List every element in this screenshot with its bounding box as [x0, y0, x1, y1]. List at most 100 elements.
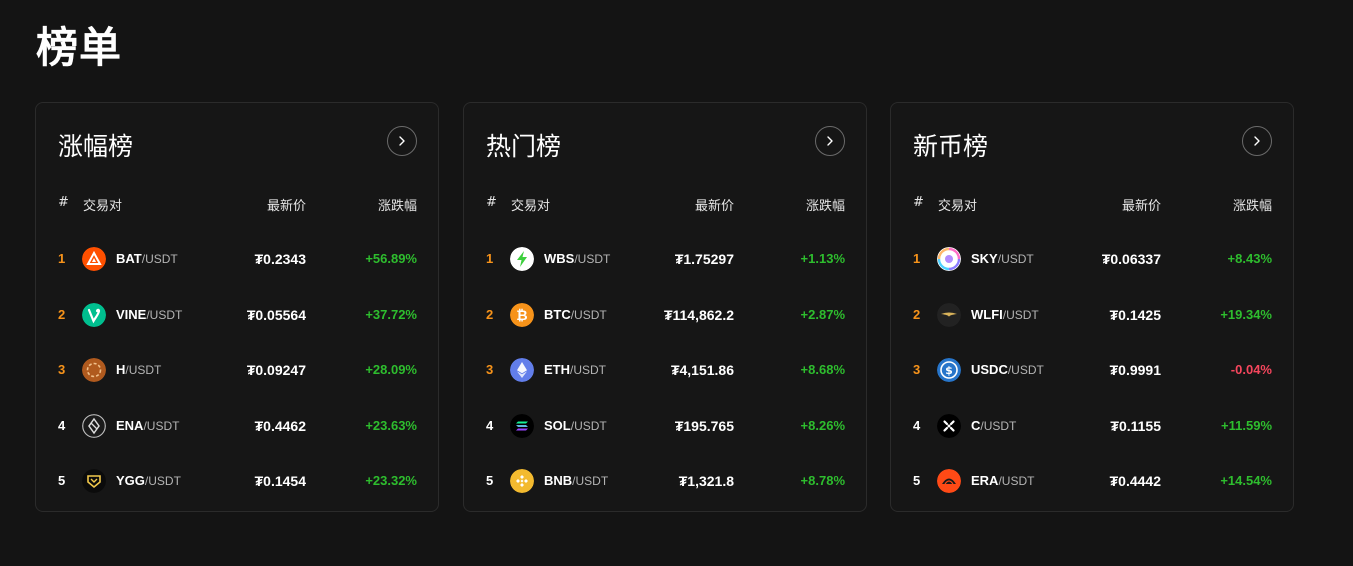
bat-icon	[82, 247, 106, 271]
pair-quote: /USDT	[1002, 308, 1039, 322]
board-hot: 热门榜 # 交易对 最新价 涨跌幅 1 WBS/USDT ₮1.75297 +1.13% 2 ₿ BT…	[463, 102, 867, 512]
pair-quote: /USDT	[998, 474, 1035, 488]
list-item[interactable]: 4 SOL/USDT ₮195.765 +8.26%	[464, 406, 866, 446]
last-price: ₮195.765	[674, 418, 734, 434]
pair-base: BTC	[544, 307, 571, 322]
pair-quote: /USDT	[146, 308, 183, 322]
list-item[interactable]: 3 $ USDC/USDT ₮0.9991 -0.04%	[891, 350, 1293, 390]
last-price: ₮4,151.86	[670, 362, 734, 378]
trading-pair: WBS/USDT	[544, 251, 610, 266]
vine-icon	[82, 303, 106, 327]
pair-base: USDC	[971, 362, 1008, 377]
pair-base: YGG	[116, 473, 145, 488]
last-price: ₮1,321.8	[678, 473, 734, 489]
rank-number: 4	[58, 418, 66, 433]
page-title: 榜单	[36, 23, 123, 72]
column-header-pair: 交易对	[511, 199, 551, 214]
view-more-button[interactable]	[387, 126, 417, 156]
c-icon	[937, 414, 961, 438]
trading-pair: ETH/USDT	[544, 362, 606, 377]
column-header-price: 最新价	[1121, 199, 1161, 214]
price-change: +23.63%	[365, 418, 417, 433]
rank-number: 3	[58, 362, 66, 377]
price-change: +8.78%	[800, 473, 845, 488]
price-change: +1.13%	[800, 251, 845, 266]
trading-pair: YGG/USDT	[116, 473, 181, 488]
column-header-change: 涨跌幅	[1232, 199, 1272, 214]
pair-quote: /USDT	[1007, 363, 1044, 377]
pair-quote: /USDT	[574, 252, 611, 266]
list-item[interactable]: 4 ENA/USDT ₮0.4462 +23.63%	[36, 406, 438, 446]
rank-number: 5	[486, 473, 494, 488]
price-change: +8.43%	[1227, 251, 1272, 266]
list-item[interactable]: 4 C/USDT ₮0.1155 +11.59%	[891, 406, 1293, 446]
rank-number: 2	[58, 307, 66, 322]
list-item[interactable]: 2 ₿ BTC/USDT ₮114,862.2 +2.87%	[464, 295, 866, 335]
board-title: 涨幅榜	[58, 132, 134, 161]
pair-quote: /USDT	[143, 419, 180, 433]
last-price: ₮114,862.2	[663, 307, 734, 323]
list-item[interactable]: 1 WBS/USDT ₮1.75297 +1.13%	[464, 239, 866, 279]
list-item[interactable]: 3 ETH/USDT ₮4,151.86 +8.68%	[464, 350, 866, 390]
list-item[interactable]: 3 H/USDT ₮0.09247 +28.09%	[36, 350, 438, 390]
pair-quote: /USDT	[144, 474, 181, 488]
svg-text:$: $	[945, 364, 953, 377]
usdc-icon: $	[937, 358, 961, 382]
svg-text:₿: ₿	[516, 308, 527, 324]
pair-base: ERA	[971, 473, 999, 488]
h-icon	[82, 358, 106, 382]
pair-base: SKY	[971, 251, 998, 266]
pair-base: ETH	[544, 362, 570, 377]
pair-quote: /USDT	[572, 474, 609, 488]
wbs-icon	[510, 247, 534, 271]
column-header-price: 最新价	[694, 199, 734, 214]
chevron-right-icon	[1251, 135, 1263, 147]
list-item[interactable]: 5 BNB/USDT ₮1,321.8 +8.78%	[464, 461, 866, 501]
column-header-pair: 交易对	[938, 199, 978, 214]
pair-base: VINE	[116, 307, 147, 322]
trading-pair: USDC/USDT	[971, 362, 1044, 377]
rank-number: 3	[913, 362, 921, 377]
pair-quote: /USDT	[570, 419, 607, 433]
last-price: ₮0.2343	[254, 251, 306, 267]
price-change: +8.26%	[800, 418, 845, 433]
column-header-rank: #	[58, 195, 69, 210]
list-item[interactable]: 2 VINE/USDT ₮0.05564 +37.72%	[36, 295, 438, 335]
list-item[interactable]: 1 SKY/USDT ₮0.06337 +8.43%	[891, 239, 1293, 279]
pair-quote: /USDT	[570, 363, 606, 377]
list-item[interactable]: 5 YGG/USDT ₮0.1454 +23.32%	[36, 461, 438, 501]
board-title: 新币榜	[913, 132, 989, 161]
last-price: ₮0.1425	[1109, 307, 1161, 323]
column-header-rank: #	[486, 195, 497, 210]
rank-number: 2	[486, 307, 494, 322]
last-price: ₮0.1155	[1110, 418, 1161, 434]
price-change: +14.54%	[1220, 473, 1272, 488]
list-item[interactable]: 1 BAT/USDT ₮0.2343 +56.89%	[36, 239, 438, 279]
rank-number: 1	[486, 251, 494, 266]
pair-base: BNB	[544, 473, 573, 488]
view-more-button[interactable]	[815, 126, 845, 156]
trading-pair: H/USDT	[116, 362, 161, 377]
rank-number: 5	[913, 473, 921, 488]
bnb-icon	[510, 469, 534, 493]
last-price: ₮1.75297	[674, 251, 734, 267]
trading-pair: BTC/USDT	[544, 307, 607, 322]
list-item[interactable]: 5 ERA/USDT ₮0.4442 +14.54%	[891, 461, 1293, 501]
last-price: ₮0.05564	[246, 307, 306, 323]
price-change: +37.72%	[365, 307, 417, 322]
price-change: -0.04%	[1230, 362, 1272, 377]
chevron-right-icon	[396, 135, 408, 147]
pair-base: WBS	[544, 251, 575, 266]
price-change: +19.34%	[1220, 307, 1272, 322]
pair-base: H	[116, 362, 126, 377]
last-price: ₮0.4462	[254, 418, 306, 434]
pair-quote: /USDT	[125, 363, 162, 377]
rank-number: 1	[58, 251, 66, 266]
view-more-button[interactable]	[1242, 126, 1272, 156]
last-price: ₮0.9991	[1109, 362, 1161, 378]
trading-pair: BAT/USDT	[116, 251, 178, 266]
rank-number: 4	[486, 418, 494, 433]
rank-number: 4	[913, 418, 921, 433]
wlfi-icon	[937, 303, 961, 327]
list-item[interactable]: 2 WLFI/USDT ₮0.1425 +19.34%	[891, 295, 1293, 335]
